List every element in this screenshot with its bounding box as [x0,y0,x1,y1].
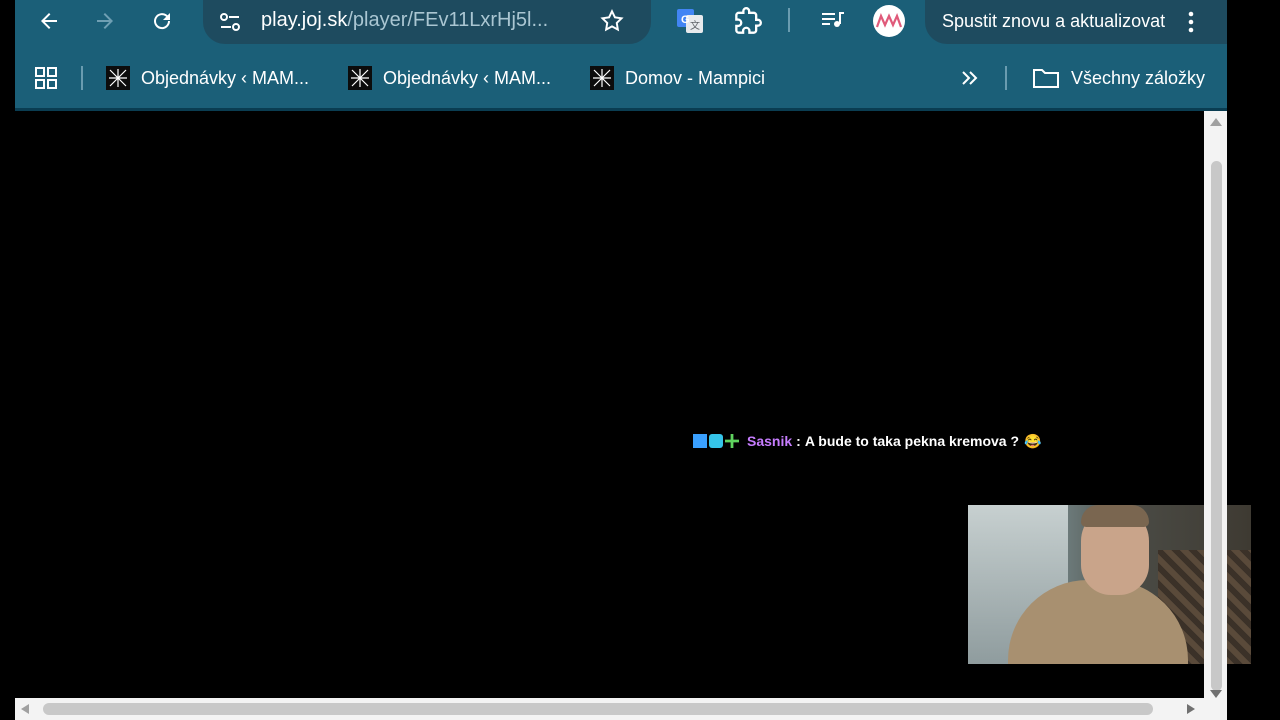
bookmark-label: Objednávky ‹ MAM... [141,67,310,88]
apps-button[interactable] [34,66,58,95]
all-bookmarks-button[interactable]: Všechny záložky [1032,66,1205,90]
star-icon [600,9,624,32]
relaunch-update-button[interactable]: Spustit znovu a aktualizovat [925,0,1227,44]
relaunch-update-label: Spustit znovu a aktualizovat [942,11,1166,31]
svg-text:G: G [681,14,690,26]
bookmarks-bar: Objednávky ‹ MAM... Objednávky ‹ MAM... … [15,56,1227,100]
url-text[interactable]: play.joj.sk/player/FEv11LxrHj5l... [261,9,548,32]
badge-plus-icon [725,434,739,448]
scroll-left-arrow-icon[interactable] [20,703,30,715]
scroll-right-arrow-icon[interactable] [1186,703,1196,715]
scrollbar-corner [1204,698,1227,720]
all-bookmarks-label: Všechny záložky [1071,67,1206,88]
google-translate-icon: G 文 [677,9,703,33]
bookmark-label: Objednávky ‹ MAM... [383,67,552,88]
horizontal-scrollbar[interactable] [15,698,1204,720]
media-control-button[interactable] [820,8,846,37]
chevron-double-right-icon [962,71,978,85]
url-path: /player/FEv11LxrHj5l... [347,9,549,31]
bookmark-item[interactable]: Objednávky ‹ MAM... [348,66,551,90]
mampici-favicon-icon [590,66,614,90]
chat-username[interactable]: Sasnik [747,433,792,449]
horizontal-scroll-thumb[interactable] [43,703,1153,715]
badge-icon [693,434,707,448]
forward-icon [97,13,113,29]
profile-avatar-button[interactable] [873,5,905,37]
profile-avatar-icon [875,13,903,28]
site-settings-icon [220,13,240,31]
chat-message: Sasnik : A bude to taka pekna kremova ? … [693,431,1041,451]
extensions-icon [735,7,762,34]
person-hair [1081,505,1149,527]
more-bookmarks-button[interactable] [959,67,981,94]
bookmark-item[interactable]: Objednávky ‹ MAM... [106,66,309,90]
url-host: play.joj.sk [261,9,348,31]
scroll-up-arrow-icon[interactable] [1209,117,1223,127]
address-bar[interactable]: play.joj.sk/player/FEv11LxrHj5l... [203,0,651,44]
folder-icon [1033,69,1059,88]
vertical-scrollbar[interactable] [1204,111,1227,698]
mampici-favicon-icon [106,66,130,90]
reload-icon [154,13,171,30]
bookmarks-separator [1005,66,1007,90]
chat-emoji: 😂 [1024,432,1042,449]
toolbar: play.joj.sk/player/FEv11LxrHj5l... G 文 S… [15,0,1227,44]
badge-cube-icon [709,434,723,448]
bookmarks-separator [81,66,83,90]
bookmark-star-button[interactable] [599,8,625,39]
toolbar-divider [788,8,790,32]
back-icon [41,13,57,29]
toolbar-bottom-border [15,108,1227,111]
site-settings-button[interactable] [217,10,243,39]
media-control-icon [822,12,844,27]
forward-button[interactable] [89,6,121,36]
reload-button[interactable] [146,6,178,36]
google-translate-button[interactable]: G 文 [676,8,704,39]
mampici-favicon-icon [348,66,372,90]
back-button[interactable] [33,6,65,36]
apps-grid-icon [35,67,57,89]
chat-separator: : [796,433,801,449]
vertical-scroll-thumb[interactable] [1211,161,1222,691]
chat-text: A bude to taka pekna kremova ? [804,433,1020,449]
browser-chrome: play.joj.sk/player/FEv11LxrHj5l... G 文 S… [15,0,1227,110]
bookmark-item[interactable]: Domov - Mampici [590,66,765,90]
more-vert-icon [1188,11,1194,33]
bookmark-label: Domov - Mampici [625,67,766,88]
extensions-button[interactable] [734,7,762,40]
svg-text:文: 文 [690,19,700,32]
